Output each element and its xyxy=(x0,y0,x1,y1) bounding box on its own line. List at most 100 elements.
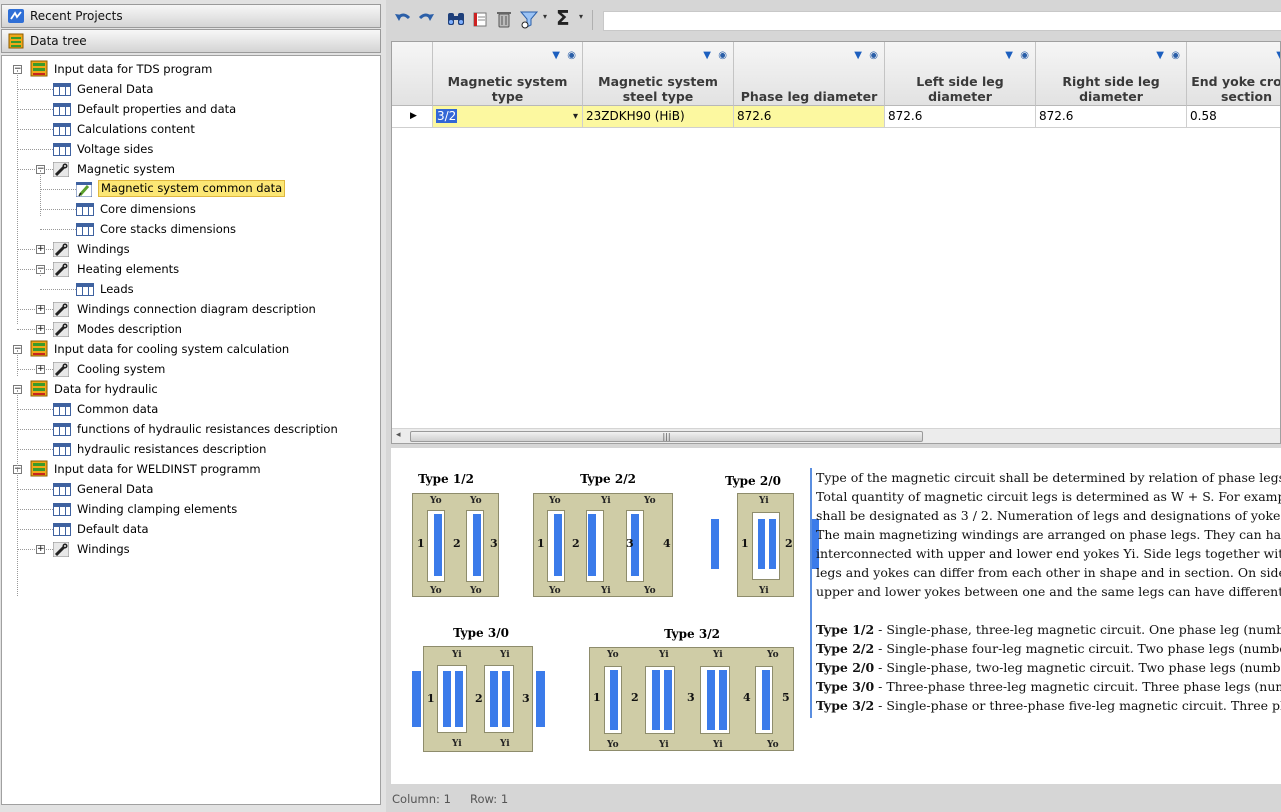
column-sort-icon[interactable]: ◉ xyxy=(567,48,576,63)
column-header-label: Magnetic system type xyxy=(447,74,568,104)
grid-cell[interactable]: 23ZDKH90 (HiB) xyxy=(583,106,734,128)
tree-item[interactable]: − Magnetic system xyxy=(2,159,380,179)
column-sort-icon[interactable]: ◉ xyxy=(1020,48,1029,63)
tree-item[interactable]: − Input data for TDS program xyxy=(2,59,380,79)
tree-item[interactable]: Default properties and data xyxy=(2,99,380,119)
sum-icon[interactable]: Σ xyxy=(556,6,570,30)
tree-connector xyxy=(17,470,18,596)
tree-item[interactable]: General Data xyxy=(2,479,380,499)
column-filter-icon[interactable]: ▼ xyxy=(552,48,560,63)
column-filter-icon[interactable]: ▼ xyxy=(1005,48,1013,63)
type-description: Type 3/2 - Single-phase or three-phase f… xyxy=(816,696,1281,715)
column-filter-icon[interactable]: ▼ xyxy=(854,48,862,63)
undo-icon[interactable] xyxy=(393,9,413,29)
tree-item[interactable]: Default data xyxy=(2,519,380,539)
winding-bar xyxy=(769,519,776,569)
tree-item[interactable]: Leads xyxy=(2,279,380,299)
yoke-label: Yo xyxy=(430,586,442,596)
magnetic-circuit-diagram: 1 2 3 Yo Yo Yo Yo xyxy=(412,493,499,597)
yoke-label: Yi xyxy=(452,650,462,660)
cell-dropdown-icon[interactable]: ▾ xyxy=(573,106,578,127)
grid-cell[interactable]: 872.6 xyxy=(734,106,885,128)
sum-dropdown-icon[interactable]: ▾ xyxy=(579,12,583,21)
yoke-label: Yi xyxy=(452,739,462,749)
table-icon xyxy=(53,483,71,496)
expand-icon[interactable]: + xyxy=(36,305,45,314)
column-filter-icon[interactable]: ▼ xyxy=(1276,48,1280,63)
tree-item[interactable]: + Cooling system xyxy=(2,359,380,379)
leg-number: 2 xyxy=(785,537,793,550)
type-text: - Single-phase, three-leg magnetic circu… xyxy=(878,622,1281,637)
tree-item[interactable]: Core dimensions xyxy=(2,199,380,219)
yoke-label: Yi xyxy=(601,496,611,506)
search-input[interactable] xyxy=(603,11,1281,31)
row-indicator[interactable]: ▶ xyxy=(392,106,433,128)
column-sort-icon[interactable]: ◉ xyxy=(869,48,878,63)
tree-item[interactable]: − Input data for WELDINST programm xyxy=(2,459,380,479)
tree-item[interactable]: Calculations content xyxy=(2,119,380,139)
expand-icon[interactable]: + xyxy=(36,245,45,254)
grid-cell[interactable]: 872.6 xyxy=(885,106,1036,128)
tree-item-label: functions of hydraulic resistances descr… xyxy=(77,422,338,436)
tree-item[interactable]: + Windings xyxy=(2,239,380,259)
column-header[interactable]: ▼ ◉ Magnetic system type xyxy=(433,42,583,106)
clear-filter-icon[interactable] xyxy=(470,9,490,29)
tree-item[interactable]: + Windings xyxy=(2,539,380,559)
column-filter-icon[interactable]: ▼ xyxy=(1156,48,1164,63)
tree-item[interactable]: Winding clamping elements xyxy=(2,499,380,519)
tree-item[interactable]: Voltage sides xyxy=(2,139,380,159)
horizontal-scrollbar[interactable]: ◂ ||| xyxy=(392,428,1280,443)
yoke-label: Yi xyxy=(500,650,510,660)
grid-cell[interactable]: 872.6 xyxy=(1036,106,1187,128)
grid-cell[interactable]: 3/2 ▾ xyxy=(433,106,583,128)
column-header-label: Magnetic system steel type xyxy=(598,74,718,104)
winding-bar xyxy=(762,670,770,730)
delete-icon[interactable] xyxy=(494,9,514,29)
expand-icon[interactable]: + xyxy=(36,325,45,334)
tree-item[interactable]: − Heating elements xyxy=(2,259,380,279)
expand-icon[interactable]: + xyxy=(36,365,45,374)
tree-connector xyxy=(17,449,53,450)
scrollbar-thumb[interactable]: ||| xyxy=(410,431,923,442)
redo-icon[interactable] xyxy=(416,9,436,29)
column-header[interactable]: ▼ ◉ Left side leg diameter xyxy=(885,42,1036,106)
yoke-label: Yo xyxy=(549,586,561,596)
filter-dropdown-icon[interactable]: ▾ xyxy=(543,12,547,21)
column-sort-icon[interactable]: ◉ xyxy=(718,48,727,63)
data-tree-header[interactable]: Data tree xyxy=(1,29,381,53)
column-header[interactable]: ▼◉End yoke cross-section xyxy=(1187,42,1280,106)
tree-item[interactable]: − Data for hydraulic xyxy=(2,379,380,399)
diagram-title: Type 1/2 xyxy=(418,472,474,486)
find-icon[interactable] xyxy=(446,9,466,29)
type-name: Type 2/0 xyxy=(816,660,875,675)
tree-item[interactable]: Core stacks dimensions xyxy=(2,219,380,239)
recent-projects-header[interactable]: Recent Projects xyxy=(1,4,381,28)
expand-icon[interactable]: + xyxy=(36,545,45,554)
column-filter-icon[interactable]: ▼ xyxy=(703,48,711,63)
tree-item[interactable]: − Input data for cooling system calculati… xyxy=(2,339,380,359)
winding-bar xyxy=(758,519,765,569)
tree-item[interactable]: Common data xyxy=(2,399,380,419)
scroll-left-icon[interactable]: ◂ xyxy=(396,430,401,440)
grid-cell[interactable]: 0.58 xyxy=(1187,106,1280,128)
filter-icon[interactable] xyxy=(519,9,539,29)
tree-item[interactable]: General Data xyxy=(2,79,380,99)
column-header[interactable]: ▼ ◉ Magnetic system steel type xyxy=(583,42,734,106)
yoke-label: Yo xyxy=(607,740,619,750)
column-header[interactable]: ▼ ◉ Right side leg diameter xyxy=(1036,42,1187,106)
tree-item[interactable]: + Modes description xyxy=(2,319,380,339)
tree-connector xyxy=(40,229,76,230)
tree-item[interactable]: functions of hydraulic resistances descr… xyxy=(2,419,380,439)
row-indicator-header xyxy=(392,42,433,106)
tree-item[interactable]: hydraulic resistances description xyxy=(2,439,380,459)
tree-item[interactable]: + Windings connection diagram description xyxy=(2,299,380,319)
winding-bar xyxy=(707,670,715,730)
column-sort-icon[interactable]: ◉ xyxy=(1171,48,1180,63)
yoke-label: Yi xyxy=(759,586,769,596)
magnetic-circuit-diagram: 1 2 3 4 5 Yo Yi Yi Yo Yo Yi Yi Yo xyxy=(589,647,794,751)
column-header[interactable]: ▼ ◉ Phase leg diameter xyxy=(734,42,885,106)
tree-connector xyxy=(17,269,53,270)
recent-projects-label: Recent Projects xyxy=(30,9,123,23)
tree-item[interactable]: Magnetic system common data xyxy=(2,179,380,199)
